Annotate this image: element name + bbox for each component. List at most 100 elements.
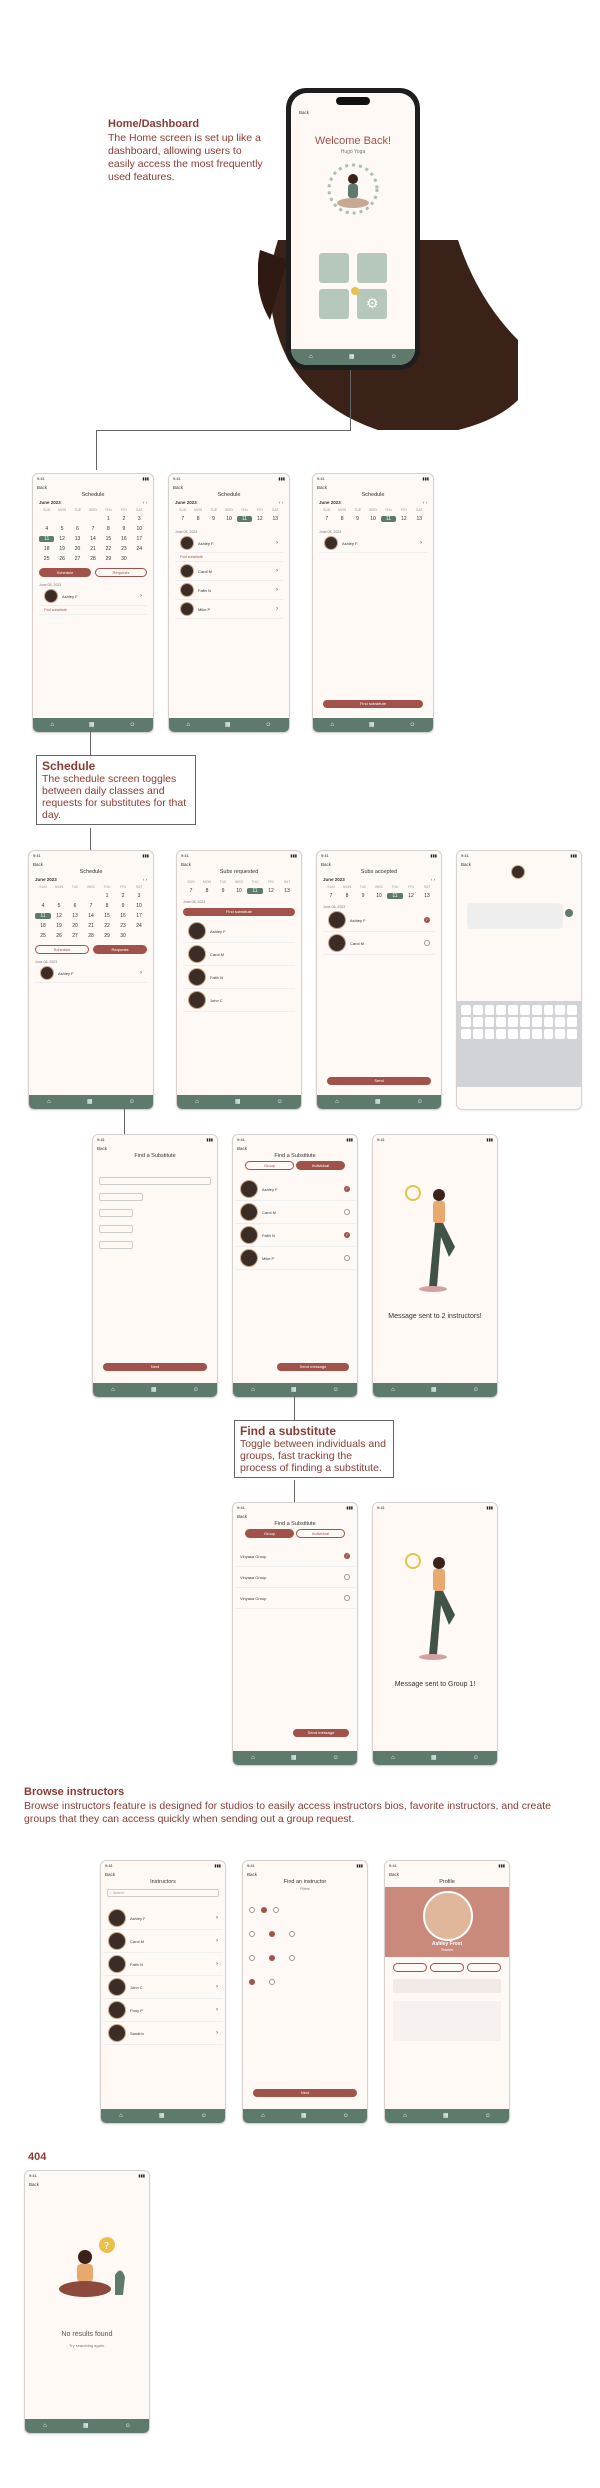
calendar-day[interactable]: 23: [116, 546, 131, 552]
calendar-day[interactable]: 9: [206, 516, 221, 522]
form-field[interactable]: [99, 1209, 133, 1217]
people-icon[interactable]: ☺: [129, 1099, 135, 1105]
calendar-icon[interactable]: ▦: [151, 1387, 157, 1393]
calendar-day[interactable]: 12: [51, 913, 67, 919]
find-substitute-button[interactable]: Find substitute: [323, 700, 423, 708]
list-item[interactable]: John C ›: [103, 1976, 223, 1999]
calendar-day[interactable]: 11: [387, 893, 403, 899]
calendar-icon[interactable]: ▦: [431, 1387, 437, 1393]
list-item[interactable]: Carol M: [235, 1201, 355, 1224]
people-icon[interactable]: ☺: [265, 722, 271, 728]
calendar-icon[interactable]: ▦: [369, 722, 375, 728]
form-field[interactable]: [99, 1225, 133, 1233]
calendar-day[interactable]: 29: [101, 556, 116, 562]
calendar-day[interactable]: 4: [35, 903, 51, 909]
action-pill[interactable]: [393, 1963, 427, 1972]
action-pill[interactable]: [467, 1963, 501, 1972]
calendar-day[interactable]: 13: [279, 888, 295, 894]
calendar-day[interactable]: 18: [35, 923, 51, 929]
calendar-day[interactable]: 15: [101, 536, 116, 542]
calendar-day[interactable]: 11: [380, 516, 397, 522]
calendar-day[interactable]: 13: [419, 893, 435, 899]
people-icon[interactable]: ☺: [417, 1099, 423, 1105]
people-icon[interactable]: ☺: [333, 1755, 339, 1761]
calendar-day[interactable]: 9: [350, 516, 365, 522]
month-nav[interactable]: ‹ ›: [143, 877, 147, 882]
home-icon[interactable]: ⌂: [43, 2423, 47, 2429]
list-item[interactable]: Ashley F ›: [39, 587, 147, 606]
calendar-day[interactable]: 3: [131, 893, 147, 899]
list-item[interactable]: Ashley F ›: [35, 964, 147, 983]
calendar-day[interactable]: 16: [115, 913, 131, 919]
calendar-day[interactable]: 17: [132, 536, 147, 542]
home-icon[interactable]: ⌂: [330, 722, 334, 728]
calendar-day[interactable]: 12: [396, 516, 411, 522]
home-icon[interactable]: ⌂: [50, 722, 54, 728]
list-item[interactable]: Faith N ✓: [235, 1224, 355, 1247]
calendar-day[interactable]: 14: [83, 913, 99, 919]
month-nav[interactable]: ‹ ›: [143, 500, 147, 505]
people-icon[interactable]: ☺: [409, 722, 415, 728]
calendar-day[interactable]: 10: [221, 516, 236, 522]
calendar-icon[interactable]: ▦: [225, 722, 231, 728]
dashboard-tile-schedule[interactable]: [319, 253, 349, 283]
tab-individual[interactable]: Individual: [296, 1161, 345, 1170]
calendar-day[interactable]: 9: [215, 888, 231, 894]
calendar-day[interactable]: 22: [101, 546, 116, 552]
action-pill[interactable]: [430, 1963, 464, 1972]
home-icon[interactable]: ⌂: [195, 1099, 199, 1105]
calendar-icon[interactable]: ▦: [83, 2423, 89, 2429]
calendar-grid[interactable]: SUN MON TUE WED THU FRI SAT 1 2 3 4 5 6 7 8 9 10 11 12 13 14…: [39, 508, 147, 562]
back-link[interactable]: Back: [101, 1871, 225, 1878]
calendar-day[interactable]: 30: [115, 933, 131, 939]
home-icon[interactable]: ⌂: [119, 2113, 123, 2119]
calendar-day[interactable]: 19: [54, 546, 69, 552]
calendar-day[interactable]: 5: [51, 903, 67, 909]
calendar-day[interactable]: 25: [39, 556, 54, 562]
calendar-day[interactable]: 13: [70, 536, 85, 542]
calendar-day[interactable]: 27: [67, 933, 83, 939]
calendar-day[interactable]: 26: [51, 933, 67, 939]
list-item[interactable]: Carol M ›: [175, 562, 283, 581]
people-icon[interactable]: ☺: [201, 2113, 207, 2119]
calendar-day[interactable]: 24: [131, 923, 147, 929]
people-icon[interactable]: ☺: [333, 1387, 339, 1393]
week-strip[interactable]: SUN MON TUE WED THU FRI SAT 7 8 9 10 11 12 13: [175, 508, 283, 522]
list-item[interactable]: Carol M: [183, 943, 295, 966]
month-label[interactable]: June 2023: [175, 500, 197, 505]
week-strip[interactable]: SUN MON TUE WED THU FRI SAT 7 8 9 10 11 12 13: [319, 508, 427, 522]
calendar-day[interactable]: 8: [199, 888, 215, 894]
find-substitute-button[interactable]: Find substitute: [183, 908, 295, 916]
search-input[interactable]: ⌕ Search: [107, 1889, 219, 1897]
calendar-icon[interactable]: ▦: [89, 722, 95, 728]
back-link[interactable]: Back: [385, 1871, 509, 1878]
calendar-day[interactable]: 8: [190, 516, 205, 522]
people-icon[interactable]: ☺: [193, 1387, 199, 1393]
calendar-day[interactable]: 1: [101, 516, 116, 522]
calendar-day[interactable]: 6: [67, 903, 83, 909]
calendar-day[interactable]: 7: [183, 888, 199, 894]
list-item[interactable]: Ashley F ✓: [323, 909, 435, 932]
month-label[interactable]: June 2023: [35, 877, 57, 882]
form-field[interactable]: [99, 1241, 133, 1249]
calendar-day[interactable]: 26: [54, 556, 69, 562]
send-message-button[interactable]: Send message: [293, 1729, 349, 1737]
month-label[interactable]: June 2023: [323, 877, 345, 882]
list-item[interactable]: Ashley F ›: [103, 1907, 223, 1930]
people-icon[interactable]: ☺: [277, 1099, 283, 1105]
back-link[interactable]: Back: [33, 484, 153, 491]
tab-requests[interactable]: Requests: [95, 568, 147, 577]
home-icon[interactable]: ⌂: [111, 1387, 115, 1393]
week-strip[interactable]: SUN MON TUE WED THU FRI SAT 7 8 9 10 11 12 13: [183, 880, 295, 894]
month-nav[interactable]: ‹ ›: [423, 500, 427, 505]
list-item[interactable]: Faith N: [183, 966, 295, 989]
calendar-day[interactable]: 30: [116, 556, 131, 562]
calendar-day[interactable]: 8: [101, 526, 116, 532]
next-button[interactable]: Next: [103, 1363, 207, 1371]
back-link[interactable]: Back: [169, 484, 289, 491]
send-message-button[interactable]: Send message: [277, 1363, 349, 1371]
keyboard[interactable]: [457, 1001, 581, 1087]
form-field[interactable]: [99, 1177, 211, 1185]
calendar-day[interactable]: 20: [70, 546, 85, 552]
back-link[interactable]: Back: [29, 861, 153, 868]
